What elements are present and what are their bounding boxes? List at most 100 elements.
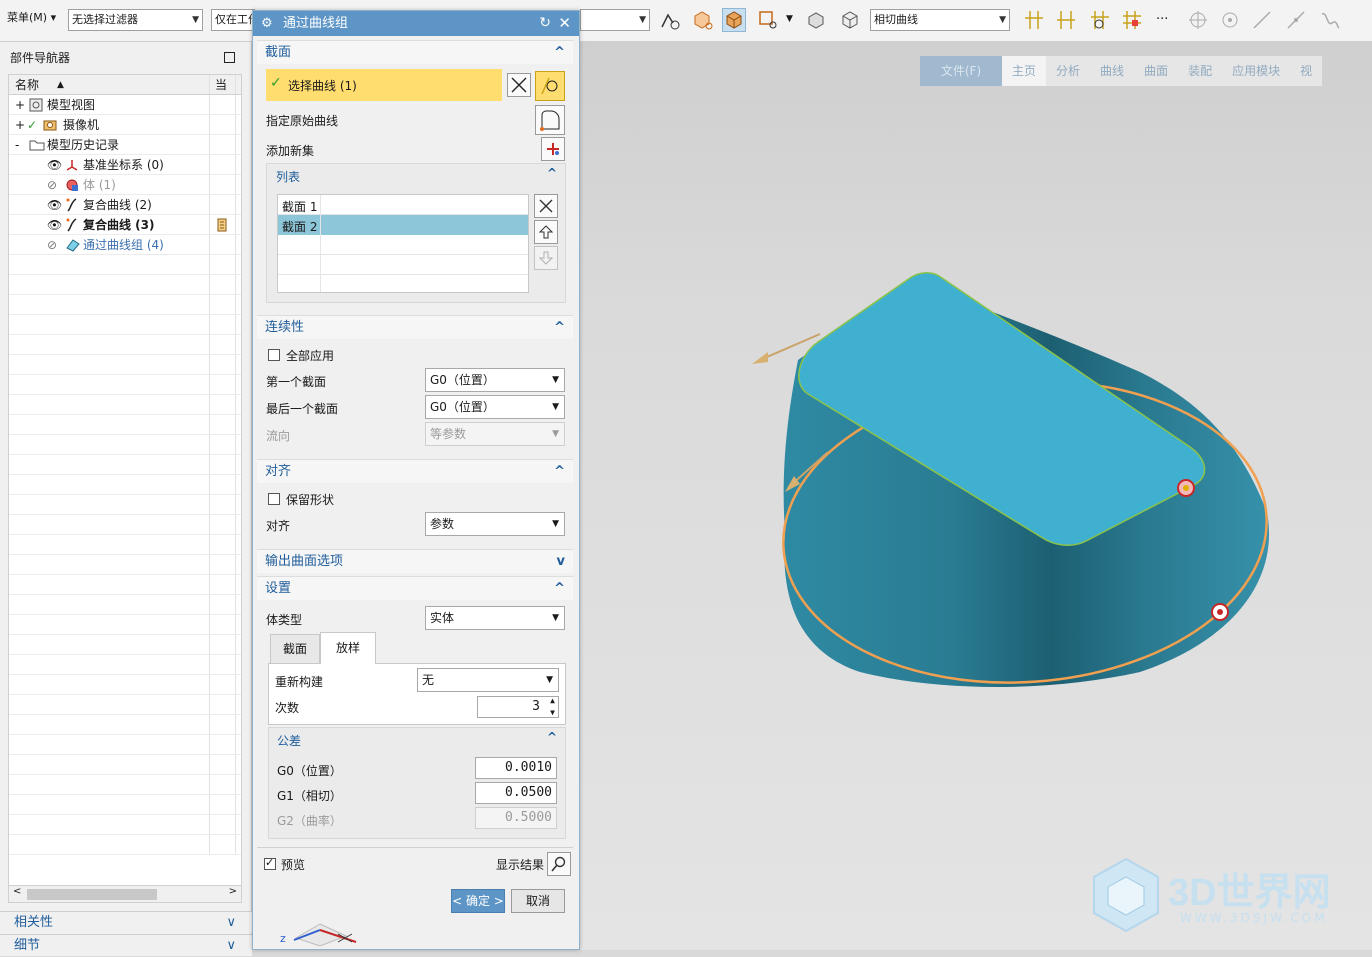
through-curves-icon [66, 239, 80, 252]
close-icon[interactable]: ✕ [558, 11, 571, 36]
tolerance-title: 公差 [277, 734, 302, 748]
select-curves-icon[interactable] [658, 8, 682, 32]
preserve-shape-checkbox[interactable] [268, 493, 280, 505]
dialog-titlebar[interactable]: ⚙ 通过曲线组 ↻ ✕ [253, 11, 579, 36]
move-down-button[interactable] [534, 246, 558, 270]
dependencies-panel[interactable]: 相关性 ∨ [0, 911, 252, 933]
expand-icon[interactable]: + [15, 95, 25, 115]
curve-icon[interactable] [1318, 8, 1342, 32]
composite-curve-icon [66, 218, 77, 232]
more-tools-button[interactable]: ··· [1156, 12, 1168, 27]
marker-dot [1183, 485, 1189, 491]
cancel-button[interactable]: 取消 [511, 889, 565, 913]
snap-quadrant-icon[interactable] [1218, 8, 1242, 32]
eye-hidden-icon[interactable]: ⊘ [47, 175, 57, 195]
tab-section[interactable]: 截面 [270, 634, 320, 663]
add-new-set-button[interactable] [541, 137, 565, 161]
spin-icon[interactable]: ▲ ▼ [550, 697, 555, 717]
tree-row-composite-curve-3[interactable]: 👁 复合曲线 (3) [9, 215, 241, 235]
section-header-sections[interactable]: 截面 ^ [257, 40, 573, 64]
tree-row-model-views[interactable]: + 模型视图 [9, 95, 241, 115]
chevron-down-icon[interactable]: ▼ [786, 14, 793, 24]
loft-model-render[interactable] [580, 42, 1372, 950]
ok-button[interactable]: < 确定 > [451, 889, 505, 913]
list-item-selected[interactable]: 截面 2 [278, 215, 528, 235]
graphics-viewport[interactable]: 文件(F) 主页 分析 曲线 曲面 装配 应用模块 视 [580, 42, 1372, 950]
section-header-output-options[interactable]: 输出曲面选项 v [257, 549, 573, 573]
eye-hidden-icon[interactable]: ⊘ [47, 235, 57, 255]
snap-point-icon[interactable] [1088, 8, 1112, 32]
line-icon[interactable] [1250, 8, 1274, 32]
alignment-select[interactable]: 参数 ▼ [425, 512, 565, 536]
degree-stepper[interactable]: 3 ▲ ▼ [477, 696, 559, 718]
box-orange-icon[interactable] [690, 8, 714, 32]
last-section-select[interactable]: G0（位置） ▼ [425, 395, 565, 419]
g0-tolerance-field[interactable]: 0.0010 [475, 757, 557, 779]
tab-loft[interactable]: 放样 [320, 632, 376, 664]
column-current-header[interactable]: 当 [215, 75, 227, 95]
section-header-continuity[interactable]: 连续性 ^ [257, 315, 573, 339]
reset-icon[interactable]: ↻ [539, 11, 551, 36]
expand-icon[interactable]: + [15, 115, 25, 135]
snap-center-icon[interactable] [1186, 8, 1210, 32]
menu-button[interactable]: 菜单(M) ▾ [4, 8, 66, 30]
list-item-empty [278, 235, 528, 255]
line-midpoint-icon[interactable] [1284, 8, 1308, 32]
apply-all-checkbox[interactable] [268, 349, 280, 361]
body-type-select[interactable]: 实体 ▼ [425, 606, 565, 630]
list-item[interactable]: 截面 1 [278, 195, 528, 215]
scroll-thumb[interactable] [27, 889, 157, 900]
square-point-icon[interactable] [756, 8, 780, 32]
specify-origin-button[interactable] [535, 105, 565, 135]
first-section-select[interactable]: G0（位置） ▼ [425, 368, 565, 392]
column-name-header[interactable]: 名称 [15, 75, 39, 95]
parallel-lines-icon[interactable] [1022, 8, 1046, 32]
remove-section-button[interactable] [534, 194, 558, 218]
tree-row-empty [9, 735, 241, 755]
horizontal-scrollbar[interactable]: < > [8, 885, 242, 903]
eye-icon[interactable]: 👁 [47, 195, 62, 215]
chevron-up-icon[interactable]: ^ [547, 730, 557, 744]
reverse-direction-button[interactable] [507, 73, 531, 97]
tree-row-empty [9, 355, 241, 375]
details-panel[interactable]: 细节 ∨ [0, 934, 252, 956]
tree-row-datum-csys[interactable]: 👁 基准坐标系 (0) [9, 155, 241, 175]
collapse-icon[interactable]: - [15, 135, 19, 155]
first-section-label: 第一个截面 [266, 375, 327, 389]
selection-filter-select[interactable]: 无选择过滤器 ▼ [68, 9, 203, 31]
curve-rule-value: 相切曲线 [874, 13, 918, 26]
box-gray-icon[interactable] [804, 8, 828, 32]
tree-row-body[interactable]: ⊘ 体 (1) [9, 175, 241, 195]
intersect-lines-icon[interactable] [1054, 8, 1078, 32]
show-result-button[interactable] [547, 852, 571, 876]
chevron-up-icon[interactable]: ^ [547, 166, 557, 180]
preview-checkbox[interactable] [264, 856, 276, 870]
loft-tab-panel: 重新构建 无 ▼ 次数 3 ▲ ▼ [268, 663, 566, 725]
box-solid-icon[interactable] [722, 8, 746, 32]
tree-row-through-curves[interactable]: ⊘ 通过曲线组 (4) [9, 235, 241, 255]
grid-snap-icon[interactable] [1120, 8, 1144, 32]
g1-tolerance-field[interactable]: 0.0500 [475, 782, 557, 804]
g2-tolerance-field[interactable]: 0.5000 [475, 807, 557, 829]
eye-icon[interactable]: 👁 [47, 215, 62, 235]
section-header-settings[interactable]: 设置 ^ [257, 576, 573, 600]
rebuild-select[interactable]: 无 ▼ [417, 668, 559, 692]
maximize-icon[interactable] [224, 52, 235, 63]
scroll-left-icon[interactable]: < [13, 886, 21, 897]
box-wire-icon[interactable] [838, 8, 862, 32]
scope-select[interactable]: 仅在工作 [211, 9, 255, 31]
scroll-right-icon[interactable]: > [229, 886, 237, 897]
curve-rule-select[interactable]: 相切曲线 ▼ [870, 9, 1010, 31]
tree-row-camera[interactable]: + ✓ 摄像机 [9, 115, 241, 135]
curve-rule-button[interactable] [535, 71, 565, 101]
select-curve-row[interactable]: ✓ 选择曲线 (1) [266, 69, 502, 101]
section-header-alignment[interactable]: 对齐 ^ [257, 459, 573, 483]
eye-icon[interactable]: 👁 [47, 155, 62, 175]
flow-direction-select[interactable]: 等参数 ▼ [425, 422, 565, 446]
move-up-button[interactable] [534, 220, 558, 244]
tree-row-history[interactable]: - 模型历史记录 [9, 135, 241, 155]
watermark-url: WWW.3DSJW.COM [1180, 911, 1328, 925]
toolbar-select-hidden[interactable]: ▼ [580, 9, 650, 31]
tree-label: 复合曲线 (3) [83, 218, 155, 232]
tree-row-composite-curve-2[interactable]: 👁 复合曲线 (2) [9, 195, 241, 215]
